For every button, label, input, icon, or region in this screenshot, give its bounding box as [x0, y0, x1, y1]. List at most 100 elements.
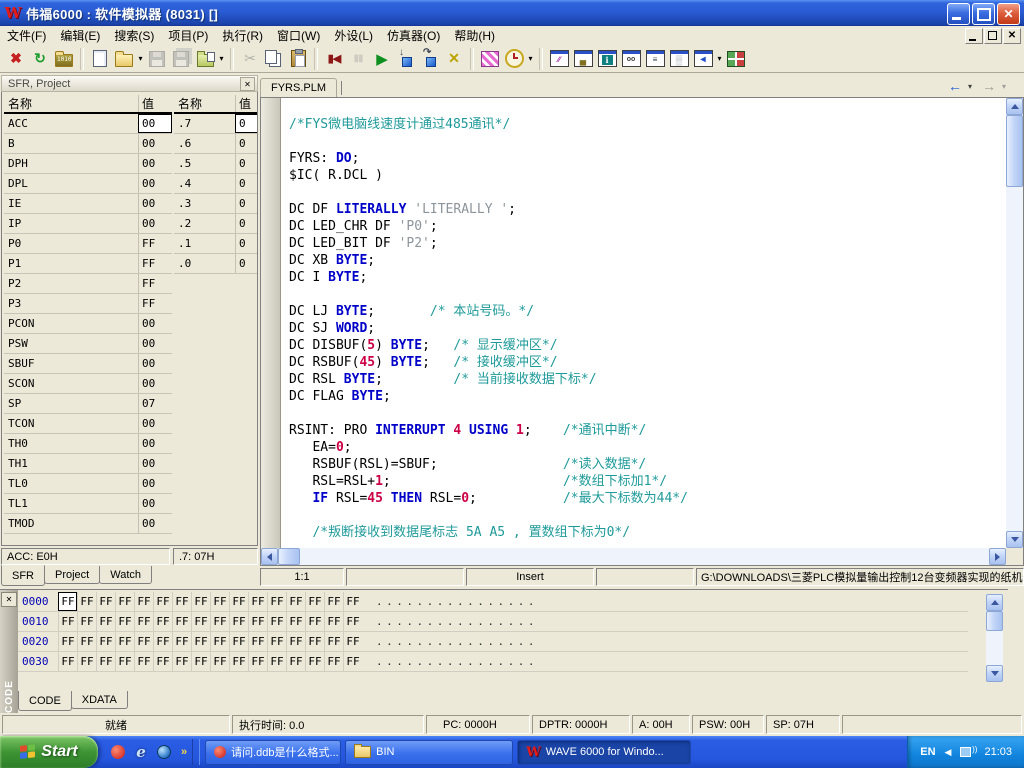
scroll-right-icon[interactable]: [989, 548, 1006, 565]
step-over-button[interactable]: ↷: [418, 47, 442, 71]
register-value[interactable]: 00: [138, 414, 172, 433]
hex-cell[interactable]: FF: [324, 652, 343, 671]
editor-vertical-scrollbar[interactable]: [1006, 98, 1023, 548]
sfr-row-th1[interactable]: TH100: [4, 454, 172, 474]
new-file-button[interactable]: [88, 47, 112, 71]
sfr-row-b[interactable]: B00: [4, 134, 172, 154]
halt-button[interactable]: ✖: [4, 47, 28, 71]
scroll-up-icon[interactable]: [1006, 98, 1023, 115]
sfr-row-sbuf[interactable]: SBUF00: [4, 354, 172, 374]
scroll-down-icon[interactable]: [1006, 531, 1023, 548]
bit-row-6[interactable]: .60: [174, 134, 258, 154]
hex-cell[interactable]: FF: [58, 632, 77, 651]
hex-cell[interactable]: FF: [248, 592, 267, 611]
hex-cell[interactable]: FF: [343, 592, 362, 611]
navigate-forward-dropdown-icon[interactable]: ▾: [1002, 82, 1010, 91]
bit-value[interactable]: 0: [235, 194, 258, 213]
sfr-row-scon[interactable]: SCON00: [4, 374, 172, 394]
menu-item-2[interactable]: 搜索(S): [107, 25, 161, 46]
hex-cell[interactable]: FF: [305, 652, 324, 671]
make-binary-button[interactable]: 1010: [52, 47, 76, 71]
list-window-button[interactable]: [643, 47, 667, 71]
menu-item-8[interactable]: 帮助(H): [447, 25, 502, 46]
hex-cell[interactable]: FF: [248, 632, 267, 651]
hex-cell[interactable]: FF: [210, 632, 229, 651]
hex-cell[interactable]: FF: [96, 632, 115, 651]
hex-cell[interactable]: FF: [248, 612, 267, 631]
hex-cell[interactable]: FF: [77, 592, 96, 611]
hex-cell[interactable]: FF: [96, 652, 115, 671]
hex-cell[interactable]: FF: [96, 592, 115, 611]
step-into-button[interactable]: ↓: [394, 47, 418, 71]
info-window-button[interactable]: [595, 47, 619, 71]
hex-cell[interactable]: FF: [153, 612, 172, 631]
code-area[interactable]: /*FYS微电脑线速度计通过485通讯*/ FYRS: DO;$IC( R.DC…: [281, 98, 1006, 548]
quicklaunch-overflow-icon[interactable]: »: [181, 746, 187, 758]
sfr-row-p2[interactable]: P2FF: [4, 274, 172, 294]
hex-cell[interactable]: FF: [115, 612, 134, 631]
sfr-row-psw[interactable]: PSW00: [4, 334, 172, 354]
hex-cell[interactable]: FF: [58, 612, 77, 631]
register-value[interactable]: 00: [138, 154, 172, 173]
hex-cell[interactable]: FF: [267, 632, 286, 651]
save-all-button[interactable]: [169, 47, 193, 71]
hex-cell[interactable]: FF: [267, 652, 286, 671]
hex-cell[interactable]: FF: [77, 652, 96, 671]
editor-tab-fyrs[interactable]: FYRS.PLM: [260, 78, 337, 97]
breakpoint-window-button[interactable]: [478, 47, 502, 71]
register-value[interactable]: 00: [138, 374, 172, 393]
bit-row-3[interactable]: .30: [174, 194, 258, 214]
mdi-minimize-button[interactable]: [965, 28, 983, 44]
tile-windows-button[interactable]: [724, 47, 748, 71]
bit-value[interactable]: 0: [235, 134, 258, 153]
maximize-button[interactable]: [972, 3, 995, 25]
cut-button[interactable]: ✂: [238, 47, 262, 71]
watch-window-button[interactable]: [619, 47, 643, 71]
hex-cell[interactable]: FF: [210, 652, 229, 671]
open-file-dropdown-icon[interactable]: ▾: [136, 54, 145, 63]
navigate-forward-button[interactable]: →: [977, 77, 1001, 95]
hex-cell[interactable]: FF: [77, 612, 96, 631]
scroll-left-icon[interactable]: [261, 548, 278, 565]
hex-cell[interactable]: FF: [153, 652, 172, 671]
hex-cell[interactable]: FF: [229, 592, 248, 611]
memory-tab-code[interactable]: CODE: [18, 691, 72, 711]
hex-cell[interactable]: FF: [305, 632, 324, 651]
hex-cell[interactable]: FF: [343, 652, 362, 671]
menu-item-5[interactable]: 窗口(W): [270, 25, 327, 46]
register-value[interactable]: 00: [138, 514, 172, 533]
quicklaunch-player-icon[interactable]: [110, 744, 126, 760]
save-button[interactable]: [145, 47, 169, 71]
hex-cell[interactable]: FF: [134, 592, 153, 611]
sfr-row-ip[interactable]: IP00: [4, 214, 172, 234]
hex-cell[interactable]: FF: [324, 592, 343, 611]
sfr-panel-close-icon[interactable]: ✕: [240, 77, 255, 91]
paste-button[interactable]: [286, 47, 310, 71]
sfr-row-sp[interactable]: SP07: [4, 394, 172, 414]
bit-value[interactable]: 0: [235, 254, 258, 273]
hex-cell[interactable]: FF: [96, 612, 115, 631]
register-value[interactable]: 00: [138, 474, 172, 493]
breakpoint-gutter[interactable]: [261, 98, 281, 548]
hex-cell[interactable]: FF: [58, 652, 77, 671]
minimize-button[interactable]: [947, 3, 970, 25]
hex-cell[interactable]: FF: [286, 652, 305, 671]
hex-cell[interactable]: FF: [210, 612, 229, 631]
hex-cell[interactable]: FF: [229, 612, 248, 631]
volume-network-icon[interactable]: )): [960, 747, 975, 758]
bit-value[interactable]: 0: [235, 114, 258, 133]
register-value[interactable]: 00: [138, 454, 172, 473]
bit-row-4[interactable]: .40: [174, 174, 258, 194]
sfr-row-tl1[interactable]: TL100: [4, 494, 172, 514]
register-value[interactable]: 00: [138, 354, 172, 373]
register-value[interactable]: 00: [138, 334, 172, 353]
refresh-button[interactable]: ↻: [28, 47, 52, 71]
memory-panel-close-icon[interactable]: ✕: [1, 592, 17, 607]
code-editor[interactable]: /*FYS微电脑线速度计通过485通讯*/ FYRS: DO;$IC( R.DC…: [260, 97, 1024, 566]
register-value[interactable]: 00: [138, 134, 172, 153]
goto-window-button[interactable]: [691, 47, 715, 71]
bit-value[interactable]: 0: [235, 214, 258, 233]
goto-window-dropdown-icon[interactable]: ▾: [715, 54, 724, 63]
register-value[interactable]: FF: [138, 254, 172, 273]
scroll-up-icon[interactable]: [986, 594, 1003, 611]
